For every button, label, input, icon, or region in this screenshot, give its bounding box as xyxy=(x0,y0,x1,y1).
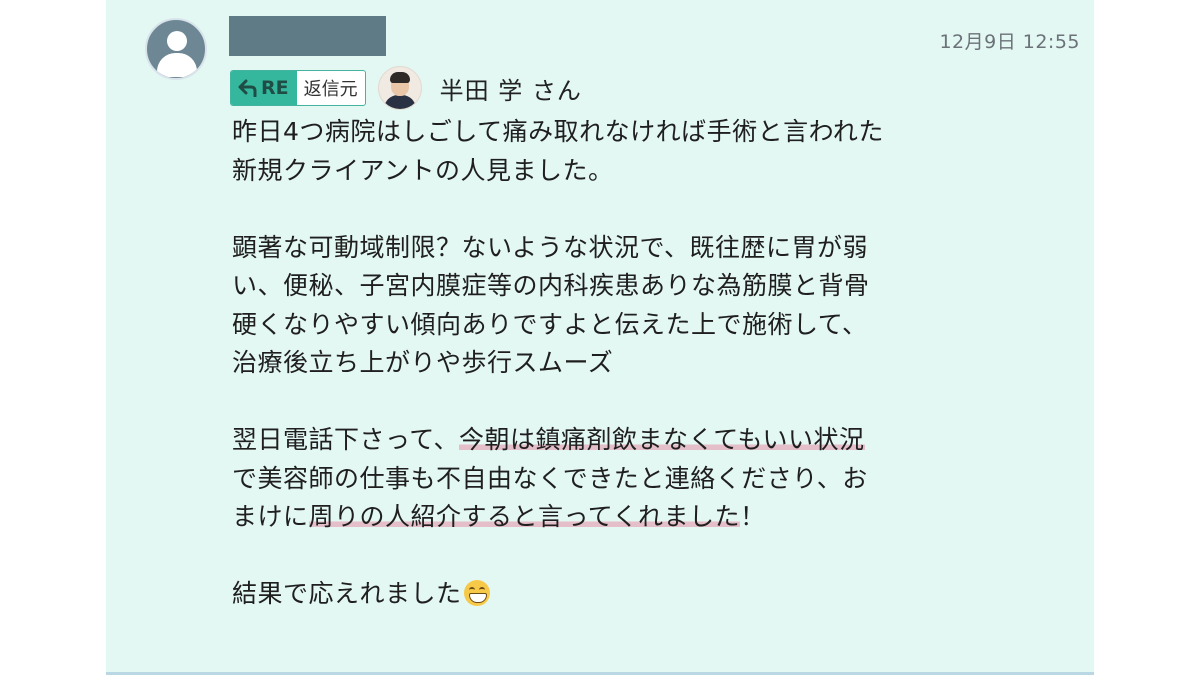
redacted-user-name xyxy=(229,16,386,56)
user-avatar-icon[interactable] xyxy=(145,18,207,80)
message-text: まけに xyxy=(232,502,309,531)
message-body: 昨日4つ病院はしごして痛み取れなければ手術と言われた 新規クライアントの人見まし… xyxy=(232,113,1082,614)
message-line: 硬くなりやすい傾向ありですよと伝えた上で施術して、 xyxy=(232,309,868,339)
highlighted-text: 今朝は鎮痛剤飲まなくてもいい状況 xyxy=(459,425,865,454)
message-line: 顕著な可動域制限？ないような状況で、既往歴に胃が弱 xyxy=(232,232,869,262)
message-line: まけに周りの人紹介すると言ってくれました！ xyxy=(232,498,1082,537)
re-label-block: RE xyxy=(231,71,297,105)
message-line: い、便秘、子宮内膜症等の内科疾患ありな為筋膜と背骨 xyxy=(232,271,870,300)
message-line: 治療後立ち上がりや歩行スムーズ xyxy=(232,348,614,377)
reply-reference-row: RE 返信元 半田 学 さん xyxy=(230,66,582,110)
replier-name[interactable]: 半田 学 さん xyxy=(440,71,582,106)
message-text: 結果で応えれました xyxy=(232,579,462,608)
reply-arrow-icon xyxy=(238,79,257,97)
message-text: ！ xyxy=(740,502,766,531)
post-timestamp: 12月9日 12:55 xyxy=(939,31,1080,53)
message-line: 新規クライアントの人見ました。 xyxy=(232,155,614,185)
message-line: 翌日電話下さって、今朝は鎮痛剤飲まなくてもいい状況 xyxy=(232,421,1082,460)
replier-avatar[interactable] xyxy=(377,66,422,110)
re-label: RE xyxy=(261,77,289,99)
grinning-face-emoji-icon xyxy=(463,580,490,606)
reply-source-label: 返信元 xyxy=(303,79,358,100)
message-line: 結果で応えれました xyxy=(232,575,1082,614)
reply-source-badge[interactable]: RE 返信元 xyxy=(230,70,366,106)
message-text: 翌日電話下さって、 xyxy=(232,425,460,454)
highlighted-text: 周りの人紹介すると言ってくれました xyxy=(308,502,741,531)
message-card: 12月9日 12:55 RE 返信元 半田 学 さん 昨日4つ病院はしごして痛み… xyxy=(106,0,1094,675)
message-line: で美容師の仕事も不自由なくできたと連絡くださり、お xyxy=(232,463,868,493)
message-line: 昨日4つ病院はしごして痛み取れなければ手術と言われた xyxy=(232,117,884,146)
